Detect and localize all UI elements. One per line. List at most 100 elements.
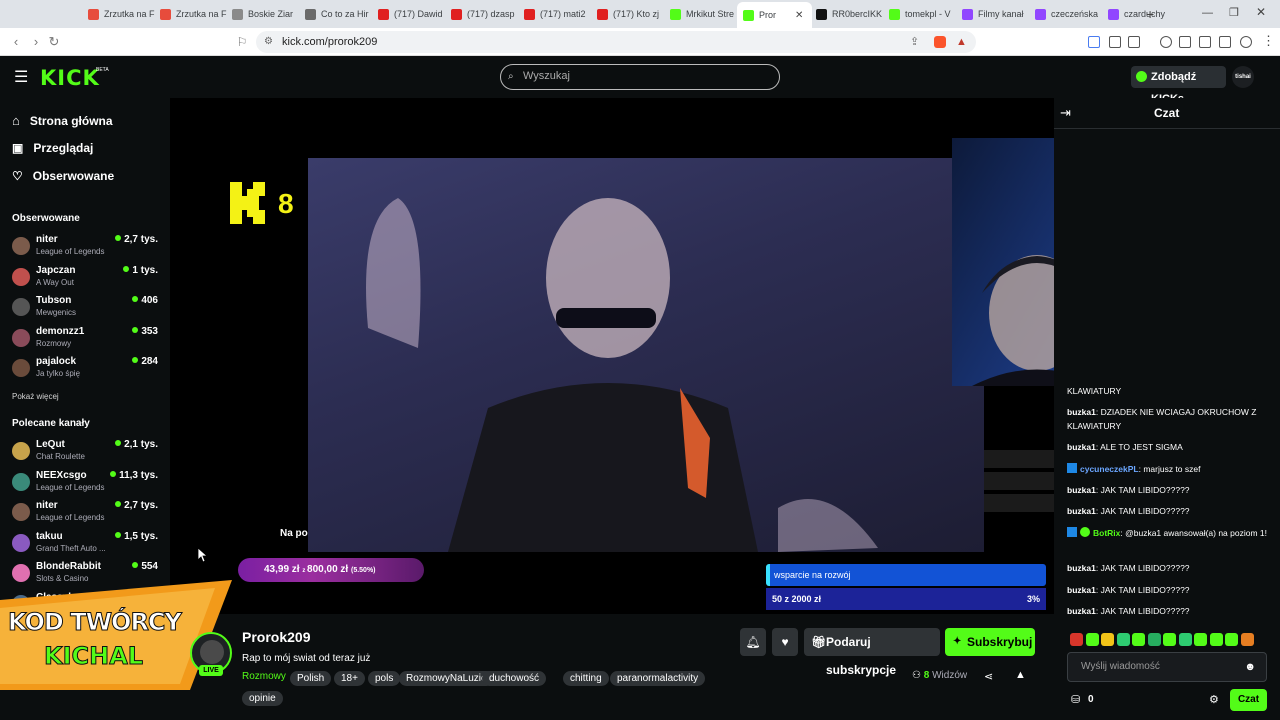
browser-tab[interactable]: Filmy kanał [956,4,1031,24]
browser-tab[interactable]: (717) Dawid [372,4,447,24]
browser-tab[interactable]: Zrzutka na F [82,4,156,24]
chat-username[interactable]: buzka1 [1067,407,1096,417]
browser-tab[interactable]: Pror ✕ [737,2,812,28]
media-icon[interactable] [1160,36,1172,48]
stream-tag[interactable]: RozmowyNaLuzie [399,671,494,686]
browser-tab[interactable]: Co to za Hir [299,4,374,24]
menu-icon[interactable]: ⋮ [1262,33,1275,49]
gift-subscription-button[interactable]: 🎁︎ Podaruj subskrypcje [804,628,940,677]
tab-close-icon[interactable]: ✕ [795,10,803,21]
subscribe-button[interactable]: ✦ Subskrybuj [945,628,1035,656]
chat-settings-icon[interactable]: ⚙ [1209,693,1219,706]
browser-tab[interactable]: Zrzutka na F [154,4,228,24]
extension-icon[interactable] [1109,36,1121,48]
sidebar-icon[interactable] [1179,36,1191,48]
show-more-link[interactable]: Pokaż więcej [12,392,59,401]
emote-icon[interactable] [1178,633,1192,646]
sidebar-channel[interactable]: niter League of Legends 2,7 tys. [12,234,162,262]
kick-logo[interactable]: KICK [40,66,100,90]
browser-tab[interactable]: Mrkikut Stre [664,4,739,24]
browser-tab[interactable]: (717) dzasp [445,4,520,24]
search-input[interactable]: ⌕ Wyszukaj [500,64,780,90]
nav-following[interactable]: ♡ Obserwowane [12,169,114,183]
sidebar-channel[interactable]: demonzz1 Rozmowy 353 [12,326,162,354]
chat-message-input[interactable]: Wyślij wiadomość ☻ [1067,652,1267,682]
stream-tag[interactable]: pols [368,671,401,686]
emote-icon[interactable] [1194,633,1207,646]
emote-icon[interactable] [1163,633,1176,646]
screenshot-icon[interactable] [1128,36,1140,48]
emote-icon[interactable] [1225,633,1238,646]
rewards-icon[interactable]: ▲ [956,31,967,53]
bookmark-icon[interactable]: ⚐ [234,34,250,50]
stream-tag[interactable]: opinie [242,691,283,706]
stream-category-link[interactable]: Rozmowy [242,671,286,682]
shield-icon[interactable] [1240,36,1252,48]
chat-username[interactable]: buzka1 [1067,563,1096,573]
emote-icon[interactable] [1085,633,1099,646]
stream-tag[interactable]: duchowość [482,671,547,686]
back-icon[interactable]: ‹ [8,34,24,50]
emote-icon[interactable] [1240,633,1254,646]
sidebar-channel[interactable]: LeQut Chat Roulette 2,1 tys. [12,439,162,467]
chat-username[interactable]: buzka1 [1067,485,1096,495]
stream-tag[interactable]: chitting [563,671,609,686]
stream-tag[interactable]: paranormalactivity [610,671,706,686]
stream-tag[interactable]: Polish [290,671,332,686]
share-icon[interactable]: ⇪ [910,31,919,53]
url-field[interactable]: ⚙ kick.com/prorok209 ⇪ ▲ [256,31,976,53]
sidebar-channel[interactable]: niter League of Legends 2,7 tys. [12,500,162,528]
translate-icon[interactable] [1088,36,1100,48]
promo-creator-code-banner: KOD TWÓRCY KICHAL [0,580,232,690]
close-window-icon[interactable]: ✕ [1256,5,1266,19]
emote-icon[interactable] [1209,633,1223,646]
wallet-icon[interactable] [1199,36,1211,48]
share-stream-icon[interactable]: ⋖ [984,670,993,683]
chat-username[interactable]: BotRix [1093,528,1120,538]
new-tab-icon[interactable]: + [1146,6,1154,22]
nav-browse[interactable]: ▣ Przeglądaj [12,141,93,155]
hamburger-menu-icon[interactable]: ☰ [14,67,28,87]
forward-icon[interactable]: › [28,34,44,50]
report-icon[interactable]: ▲ [1015,669,1026,681]
tab-favicon-icon [1108,8,1119,20]
user-avatar[interactable]: tishai [1232,66,1254,88]
emote-icon[interactable] [1116,633,1130,646]
notification-bell-icon[interactable]: 🔔︎ [740,628,766,656]
browser-tab[interactable]: tomekpl - V [883,4,958,24]
browser-tab[interactable]: Boskie Ziar [226,4,301,24]
minimize-icon[interactable]: — [1202,7,1213,19]
reload-icon[interactable]: ↻ [46,34,62,50]
browser-tab[interactable]: czeczeńska [1029,4,1104,24]
browser-tab[interactable]: (717) mati2 [518,4,593,24]
browser-tab[interactable]: (717) Kto zj [591,4,666,24]
browser-tab[interactable]: czarduchy [1102,4,1177,24]
sidebar-channel[interactable]: Tubson Mewgenics 406 [12,295,162,323]
chat-username[interactable]: buzka1 [1067,442,1096,452]
sidebar-channel[interactable]: pajalock Ja tylko śpię 284 [12,356,162,384]
stream-tag[interactable]: 18+ [334,671,365,686]
sidebar-channel[interactable]: Japczan A Way Out 1 tys. [12,265,162,293]
emote-icon[interactable] [1101,633,1114,646]
site-info-icon[interactable]: ⚙ [264,31,273,53]
chat-username[interactable]: cycuneczekPL [1080,464,1139,474]
get-kicks-button[interactable]: Zdobądź KICKs [1131,66,1226,105]
chat-username[interactable]: buzka1 [1067,585,1096,595]
emoji-icon[interactable]: ☻ [1244,653,1256,681]
browser-tab[interactable]: RR0bercIKK [810,4,885,24]
sidebar-channel[interactable]: takuu Grand Theft Auto ... 1,5 tys. [12,531,162,559]
emote-icon[interactable] [1132,633,1145,646]
chat-username[interactable]: buzka1 [1067,506,1096,516]
vpn-icon[interactable] [1219,36,1231,48]
chat-username[interactable]: buzka1 [1067,606,1096,616]
emote-icon[interactable] [1070,633,1083,646]
send-chat-button[interactable]: Czat [1230,689,1267,711]
nav-home[interactable]: ⌂ Strona główna [12,113,113,128]
restore-icon[interactable]: ❐ [1229,6,1239,19]
collapse-chat-icon[interactable]: ⇥ [1060,105,1071,121]
emote-icon[interactable] [1147,633,1161,646]
streamer-name[interactable]: Prorok209 [242,629,310,645]
brave-shield-icon[interactable] [934,36,946,48]
sidebar-channel[interactable]: NEEXcsgo League of Legends 11,3 tys. [12,470,162,498]
follow-heart-icon[interactable]: ♥ [772,628,798,656]
